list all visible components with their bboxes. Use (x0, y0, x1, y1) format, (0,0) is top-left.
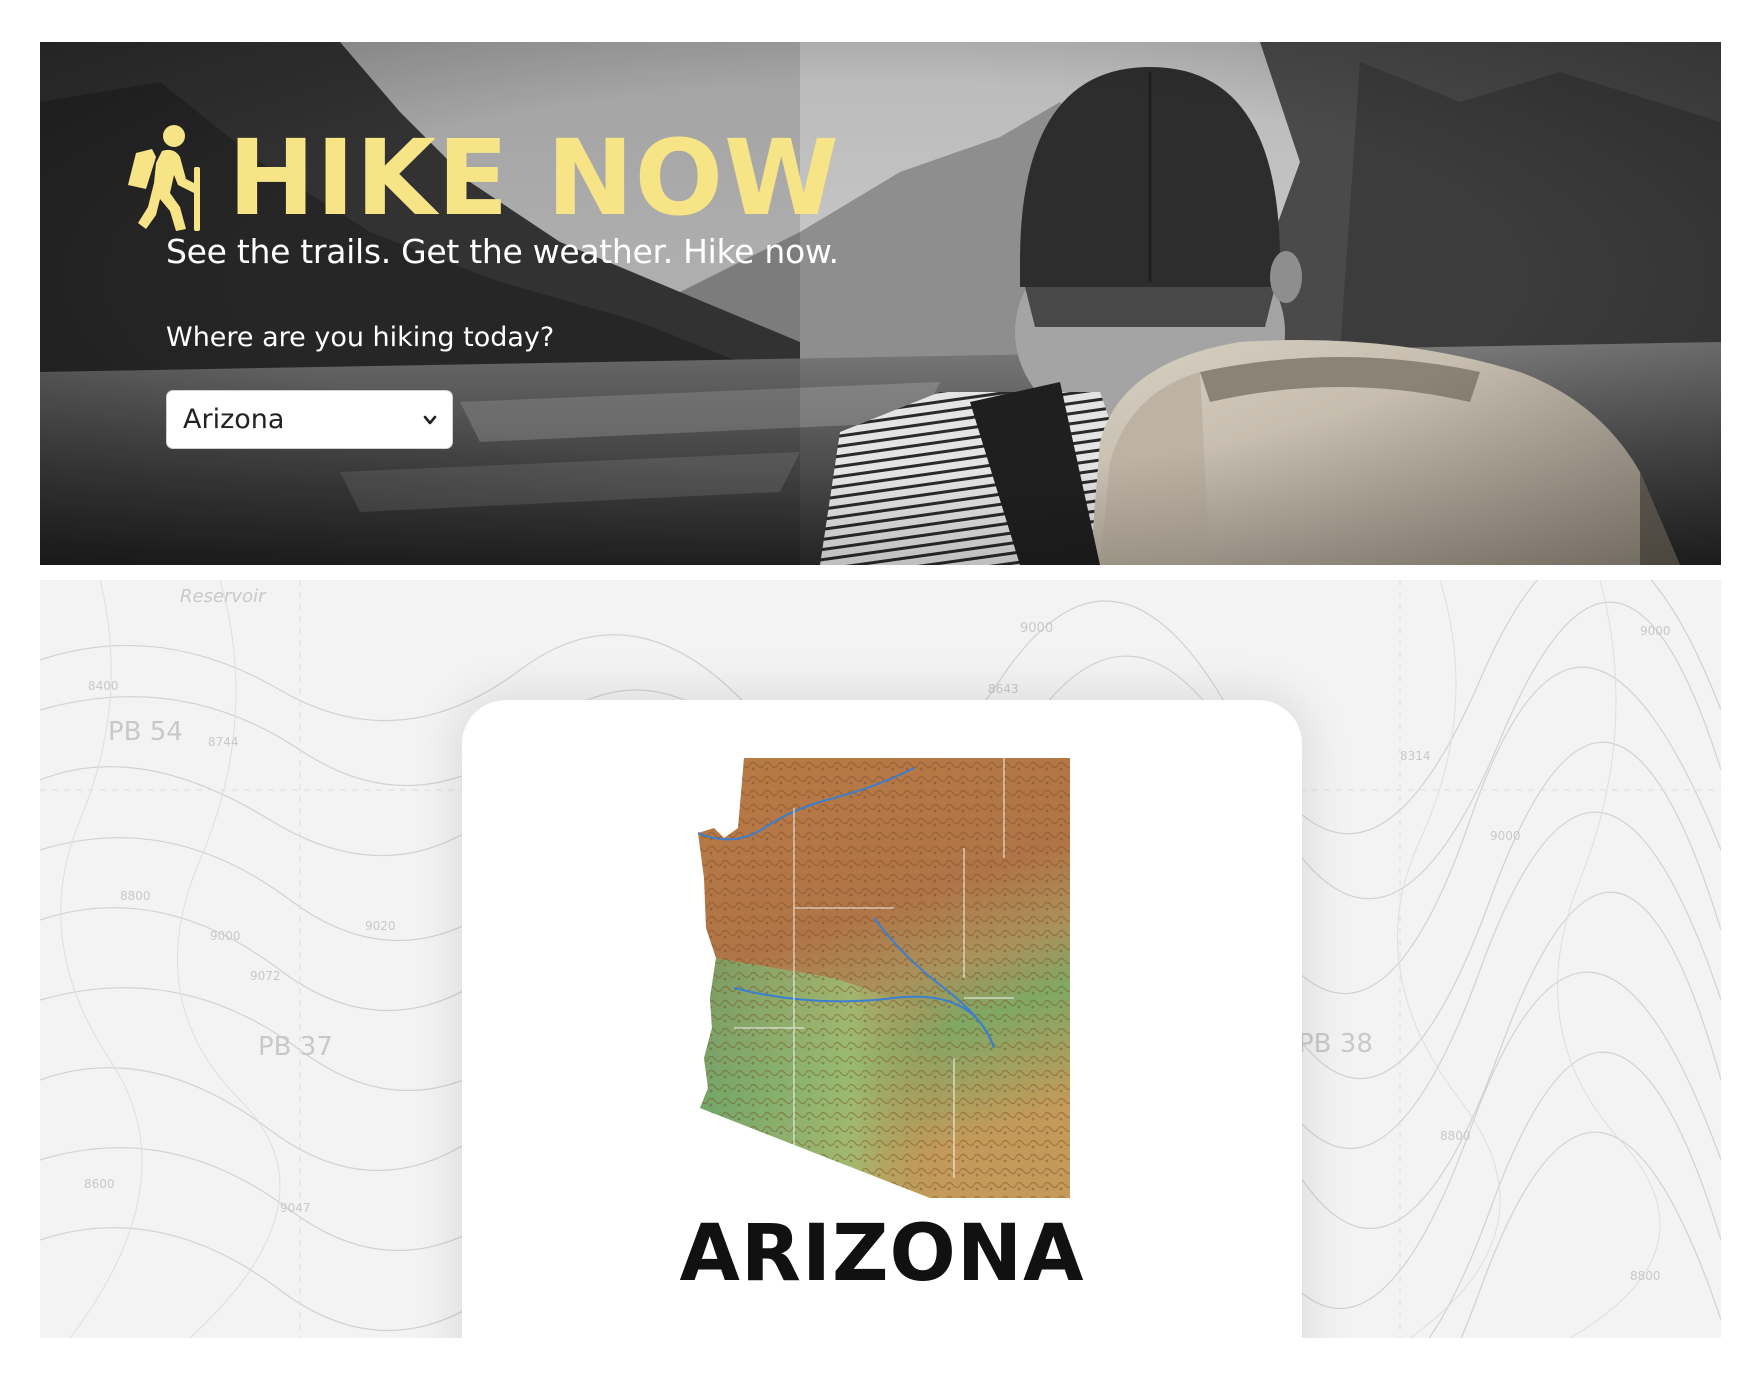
topo-label-pb54: PB 54 (108, 717, 183, 747)
topo-label-reservoir: Reservoir (180, 586, 267, 607)
topo-label-8400: 8400 (88, 679, 119, 693)
topo-label-9072: 9072 (250, 969, 281, 983)
brand-title: HIKE NOW (228, 117, 840, 239)
state-select[interactable]: Arizona (166, 390, 453, 449)
topo-label-9000-top: 9000 (1020, 621, 1053, 636)
state-name: ARIZONA (679, 1209, 1085, 1299)
hero-banner: HIKE NOW See the trails. Get the weather… (40, 42, 1721, 565)
state-question-label: Where are you hiking today? (166, 322, 555, 353)
hiking-person-icon (128, 125, 200, 231)
tagline: See the trails. Get the weather. Hike no… (166, 232, 839, 271)
brand[interactable]: HIKE NOW (122, 118, 840, 238)
arizona-relief-map (697, 758, 1070, 1198)
topo-label-pb38: PB 38 (1298, 1029, 1373, 1059)
topo-label-8600: 8600 (84, 1177, 115, 1191)
topo-label-8800-mid: 8800 (1440, 1129, 1471, 1143)
topo-label-8800: 8800 (120, 889, 151, 903)
state-card[interactable]: ARIZONA (462, 700, 1302, 1338)
topo-label-9000-corner: 9000 (1640, 624, 1671, 638)
topo-label-9047: 9047 (280, 1201, 311, 1215)
state-section: Reservoir PB 54 8744 8400 8800 9000 9020… (40, 580, 1721, 1338)
topo-label-pb37: PB 37 (258, 1032, 333, 1062)
topo-label-8744: 8744 (208, 735, 239, 749)
topo-label-9020: 9020 (365, 919, 396, 933)
topo-label-8643: 8643 (988, 682, 1019, 696)
topo-label-9000-right: 9000 (1490, 829, 1521, 843)
topo-label-8314: 8314 (1400, 749, 1431, 763)
page: HIKE NOW See the trails. Get the weather… (0, 0, 1756, 1400)
topo-label-8800-right: 8800 (1630, 1269, 1661, 1283)
topo-label-9000: 9000 (210, 929, 241, 943)
